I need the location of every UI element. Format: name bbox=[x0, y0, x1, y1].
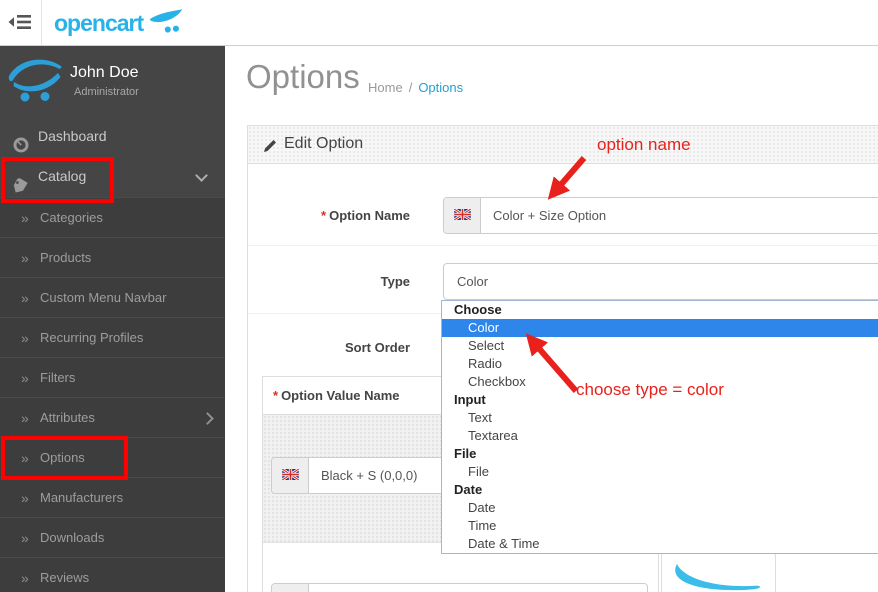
double-angle-icon: » bbox=[21, 410, 29, 426]
sidebar-item-attributes[interactable]: » Attributes bbox=[0, 397, 225, 438]
sidebar-item-catalog[interactable]: Catalog bbox=[0, 156, 225, 196]
brand-logo[interactable]: opencart bbox=[54, 8, 184, 38]
sidebar-item-label: Dashboard bbox=[38, 128, 107, 144]
type-option-textarea[interactable]: Textarea bbox=[442, 427, 878, 445]
breadcrumb-home[interactable]: Home bbox=[368, 80, 403, 95]
sidebar-item-label: Catalog bbox=[38, 168, 87, 184]
breadcrumb-separator: / bbox=[408, 80, 413, 95]
cart-placeholder-swoosh-icon bbox=[668, 562, 768, 592]
type-option-text[interactable]: Text bbox=[442, 409, 878, 427]
chevron-right-icon bbox=[201, 412, 214, 425]
sort-order-label: Sort Order bbox=[344, 340, 410, 355]
annotation-option-name: option name bbox=[597, 135, 691, 154]
page-title: Options bbox=[246, 58, 360, 95]
sidebar-item-categories[interactable]: » Categories bbox=[0, 197, 225, 238]
type-option-select[interactable]: Select bbox=[442, 337, 878, 355]
type-optgroup-choose: Choose bbox=[454, 302, 502, 317]
outdent-icon bbox=[8, 15, 32, 34]
sidebar-item-dashboard[interactable]: Dashboard bbox=[0, 116, 225, 156]
option-name-input[interactable] bbox=[481, 198, 878, 233]
double-angle-icon: » bbox=[21, 370, 29, 386]
annotation-choose-type: choose type = color bbox=[576, 380, 724, 399]
double-angle-icon: » bbox=[21, 530, 29, 546]
type-option-file[interactable]: File bbox=[442, 463, 878, 481]
type-label: Type bbox=[380, 274, 410, 289]
type-select[interactable]: Color bbox=[443, 263, 878, 300]
panel-title: Edit Option bbox=[284, 135, 364, 152]
type-dropdown-list: Choose Color Select Radio Checkbox Input… bbox=[441, 300, 878, 554]
type-option-date[interactable]: Date bbox=[442, 499, 878, 517]
opencart-admin-screen: opencart John Doe Administrator Dashboar… bbox=[0, 0, 878, 592]
sidebar-item-filters[interactable]: » Filters bbox=[0, 357, 225, 398]
breadcrumb: Home / Options bbox=[368, 80, 463, 95]
double-angle-icon: » bbox=[21, 290, 29, 306]
cart-logo-icon bbox=[143, 8, 184, 39]
double-angle-icon: » bbox=[21, 210, 29, 226]
divider bbox=[248, 245, 878, 246]
option-value-input-group-2 bbox=[271, 583, 648, 592]
sidebar-item-manufacturers[interactable]: » Manufacturers bbox=[0, 477, 225, 518]
double-angle-icon: » bbox=[21, 250, 29, 266]
sidebar-item-reviews[interactable]: » Reviews bbox=[0, 557, 225, 592]
double-angle-icon: » bbox=[21, 570, 29, 586]
type-optgroup-date: Date bbox=[454, 482, 483, 497]
double-angle-icon: » bbox=[21, 450, 29, 466]
language-addon bbox=[444, 198, 481, 233]
store-logo-cart-icon bbox=[8, 56, 62, 107]
language-addon bbox=[272, 584, 309, 592]
language-addon bbox=[272, 458, 309, 493]
pencil-icon bbox=[263, 139, 277, 158]
option-value-input-2[interactable] bbox=[309, 584, 647, 592]
type-option-datetime[interactable]: Date & Time bbox=[442, 535, 878, 553]
breadcrumb-current[interactable]: Options bbox=[418, 80, 463, 95]
chevron-down-icon bbox=[195, 169, 208, 182]
sidebar-item-recurring-profiles[interactable]: » Recurring Profiles bbox=[0, 317, 225, 358]
user-role: Administrator bbox=[74, 86, 139, 98]
brand-text: opencart bbox=[54, 9, 144, 36]
catalog-submenu: » Categories » Products » Custom Menu Navba… bbox=[0, 197, 225, 592]
user-name: John Doe bbox=[70, 64, 139, 81]
sidebar-item-custom-menu-navbar[interactable]: » Custom Menu Navbar bbox=[0, 277, 225, 318]
header-divider bbox=[41, 0, 42, 45]
option-value-image-thumbnail[interactable] bbox=[661, 552, 776, 592]
option-name-label: * Option Name bbox=[321, 208, 410, 223]
sidebar-item-products[interactable]: » Products bbox=[0, 237, 225, 278]
sidebar-item-options[interactable]: » Options bbox=[0, 437, 225, 478]
double-angle-icon: » bbox=[21, 330, 29, 346]
uk-flag-icon bbox=[452, 207, 472, 225]
table-column-border bbox=[658, 552, 659, 592]
type-option-radio[interactable]: Radio bbox=[442, 355, 878, 373]
type-option-time[interactable]: Time bbox=[442, 517, 878, 535]
sidebar-item-downloads[interactable]: » Downloads bbox=[0, 517, 225, 558]
type-optgroup-file: File bbox=[454, 446, 477, 461]
menu-toggle-button[interactable] bbox=[8, 14, 32, 30]
uk-flag-icon bbox=[280, 467, 300, 485]
type-option-color[interactable]: Color bbox=[442, 319, 878, 337]
double-angle-icon: » bbox=[21, 490, 29, 506]
option-name-input-group bbox=[443, 197, 878, 234]
